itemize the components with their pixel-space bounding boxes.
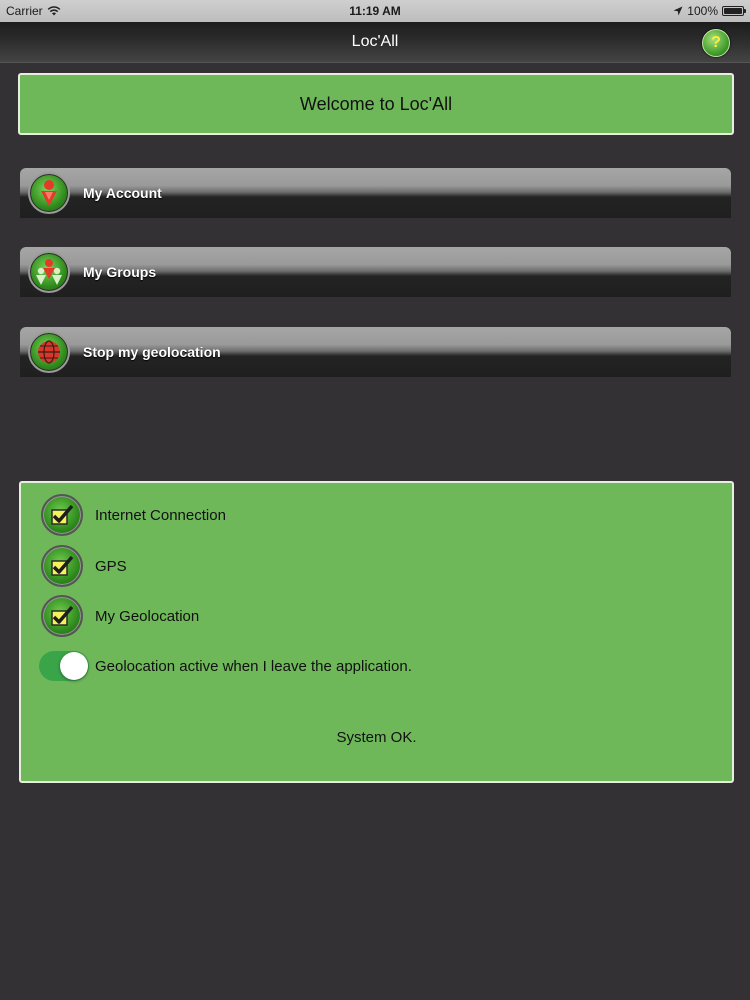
status-bar-right: 100% [673, 4, 746, 18]
location-arrow-icon [673, 6, 683, 16]
welcome-banner: Welcome to Loc'All [18, 73, 734, 135]
app-title: Loc'All [351, 33, 399, 50]
help-icon: ? [711, 34, 721, 51]
toggle-knob [60, 652, 88, 680]
battery-percent: 100% [687, 4, 718, 18]
menu-label-my-account: My Account [83, 185, 162, 201]
globe-icon [28, 331, 70, 373]
toggle-row-background-geolocation: Geolocation active when I leave the appl… [39, 651, 412, 681]
check-label-internet: Internet Connection [95, 506, 226, 524]
check-row-my-geolocation: My Geolocation [41, 595, 199, 637]
menu-label-stop-geolocation: Stop my geolocation [83, 344, 221, 360]
menu-label-my-groups: My Groups [83, 264, 157, 280]
system-status-text: System OK. [336, 729, 417, 746]
check-label-my-geolocation: My Geolocation [95, 607, 200, 625]
check-label-gps: GPS [95, 557, 127, 575]
clock: 11:19 AM [349, 4, 401, 18]
menu-item-my-groups[interactable]: My Groups [20, 247, 731, 297]
check-row-internet: Internet Connection [41, 494, 226, 536]
welcome-text: Welcome to Loc'All [299, 93, 453, 114]
checkbox-checked-icon [41, 545, 83, 587]
background-geolocation-toggle[interactable] [39, 651, 89, 681]
person-pin-icon [28, 172, 70, 214]
checkbox-checked-icon [41, 494, 83, 536]
checkbox-checked-icon [41, 595, 83, 637]
nav-bar: Loc'All ? [0, 22, 750, 63]
status-bar: Carrier 11:19 AM 100% [0, 0, 750, 22]
menu-item-stop-geolocation[interactable]: Stop my geolocation [20, 327, 731, 377]
system-status-panel: Internet Connection GPS My Geolocation G… [19, 481, 734, 783]
battery-icon [722, 6, 746, 16]
check-row-gps: GPS [41, 545, 127, 587]
help-button[interactable]: ? [702, 29, 730, 57]
toggle-label: Geolocation active when I leave the appl… [95, 657, 412, 675]
group-icon [28, 251, 70, 293]
menu-item-my-account[interactable]: My Account [20, 168, 731, 218]
